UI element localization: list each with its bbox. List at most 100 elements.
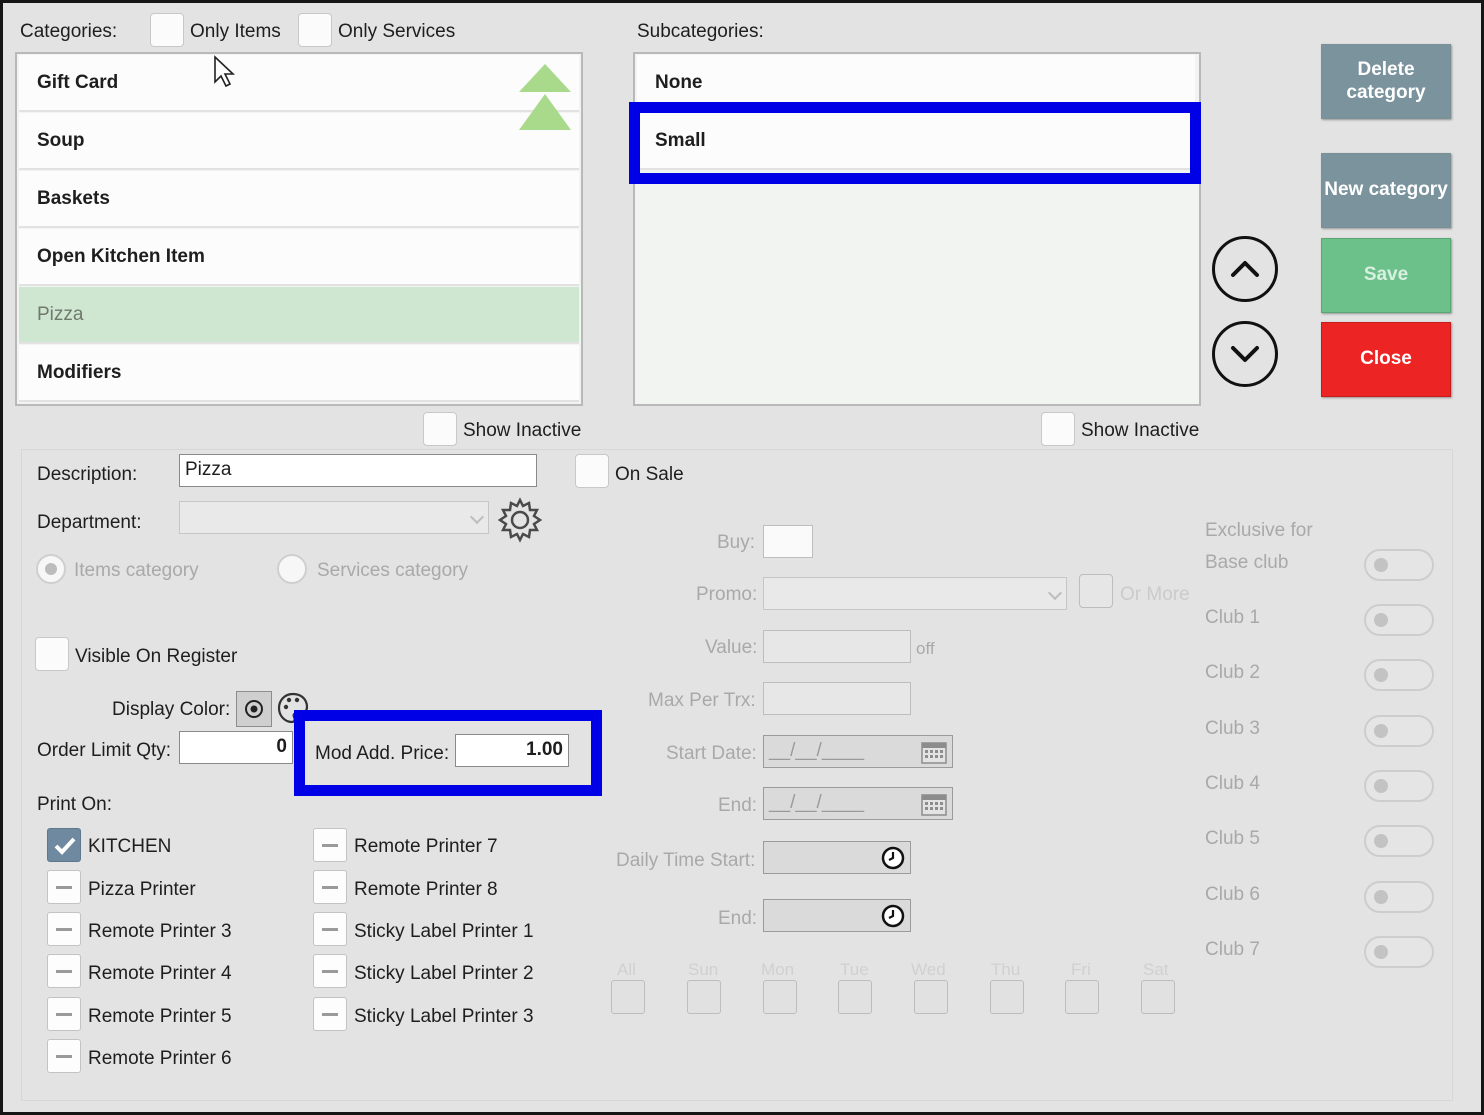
highlight-box-subcategory — [629, 102, 1201, 184]
subcategory-label: None — [655, 71, 703, 93]
subcategories-show-inactive-label: Show Inactive — [1081, 420, 1200, 441]
gear-icon[interactable] — [495, 495, 545, 545]
printer-checkbox-remote-printer-6[interactable] — [47, 1039, 81, 1073]
club-toggle-club-6[interactable] — [1364, 881, 1434, 913]
club-toggle-club-3[interactable] — [1364, 715, 1434, 747]
visible-on-register-checkbox[interactable] — [35, 637, 69, 671]
value-input[interactable] — [763, 630, 911, 663]
only-services-label: Only Services — [338, 21, 456, 42]
toggle-knob — [1374, 613, 1388, 627]
club-toggle-base-club[interactable] — [1364, 549, 1434, 581]
printer-checkbox-sticky-label-printer-3[interactable] — [313, 997, 347, 1031]
subcategories-label: Subcategories: — [637, 21, 764, 42]
services-category-radio[interactable] — [277, 554, 307, 584]
categories-list[interactable]: Gift Card Soup Baskets Open Kitchen Item… — [15, 52, 583, 406]
clock-icon[interactable] — [881, 846, 905, 870]
display-color-swatch[interactable] — [236, 691, 272, 727]
category-editor-window: Categories: Only Items Only Services Gif… — [0, 0, 1484, 1115]
printer-checkbox-remote-printer-7[interactable] — [313, 828, 347, 862]
save-button[interactable]: Save — [1321, 238, 1451, 313]
day-label-mon: Mon — [761, 960, 795, 979]
department-select[interactable] — [179, 501, 489, 534]
club-toggle-club-2[interactable] — [1364, 659, 1434, 691]
only-items-checkbox[interactable] — [150, 13, 184, 47]
category-row-soup[interactable]: Soup — [19, 113, 579, 170]
chevron-down-icon — [1047, 585, 1063, 601]
category-label: Gift Card — [37, 71, 119, 93]
move-up-button[interactable] — [1212, 236, 1278, 302]
order-limit-value: 0 — [276, 736, 287, 757]
day-label-wed: Wed — [911, 960, 946, 979]
printer-checkbox-remote-printer-3[interactable] — [47, 912, 81, 946]
category-row-open-kitchen-item[interactable]: Open Kitchen Item — [19, 229, 579, 286]
day-checkbox-tue[interactable] — [838, 980, 872, 1014]
category-row-baskets[interactable]: Baskets — [19, 171, 579, 228]
items-category-radio[interactable] — [36, 554, 66, 584]
category-row-pizza[interactable]: Pizza — [19, 287, 579, 344]
subcategories-show-inactive-checkbox[interactable] — [1041, 412, 1075, 446]
delete-category-button[interactable]: Delete category — [1321, 44, 1451, 119]
new-category-button[interactable]: New category — [1321, 153, 1451, 228]
scroll-top-double-arrow-icon[interactable] — [517, 60, 573, 132]
day-checkbox-thu[interactable] — [990, 980, 1024, 1014]
printer-checkbox-pizza-printer[interactable] — [47, 870, 81, 904]
dash-icon — [56, 886, 72, 889]
printer-checkbox-remote-printer-5[interactable] — [47, 997, 81, 1031]
only-items-label: Only Items — [190, 21, 281, 42]
printer-checkbox-remote-printer-8[interactable] — [313, 870, 347, 904]
day-checkbox-mon[interactable] — [763, 980, 797, 1014]
dash-icon — [56, 970, 72, 973]
description-input[interactable]: Pizza — [179, 454, 537, 487]
buy-label: Buy: — [717, 532, 756, 553]
club-label: Club 6 — [1205, 884, 1260, 905]
on-sale-checkbox[interactable] — [575, 454, 609, 488]
toggle-knob — [1374, 558, 1388, 572]
max-per-trx-input[interactable] — [763, 682, 911, 715]
department-label: Department: — [37, 512, 142, 533]
day-checkbox-sat[interactable] — [1141, 980, 1175, 1014]
category-row-gift-card[interactable]: Gift Card — [19, 55, 579, 112]
club-toggle-club-4[interactable] — [1364, 770, 1434, 802]
dash-icon — [322, 1013, 338, 1016]
day-checkbox-all[interactable] — [611, 980, 645, 1014]
daily-time-start-input[interactable] — [763, 841, 911, 874]
checkmark-icon — [54, 837, 76, 855]
order-limit-input[interactable]: 0 — [179, 731, 293, 764]
start-date-input[interactable]: __/__/____ — [763, 735, 953, 768]
printer-label: Pizza Printer — [88, 879, 196, 900]
daily-time-end-input[interactable] — [763, 899, 911, 932]
only-services-checkbox[interactable] — [298, 13, 332, 47]
category-label: Soup — [37, 129, 85, 151]
clock-icon[interactable] — [881, 904, 905, 928]
printer-checkbox-kitchen[interactable] — [47, 828, 81, 862]
daily-time-end-label: End: — [718, 908, 758, 929]
move-down-button[interactable] — [1212, 321, 1278, 387]
category-label: Modifiers — [37, 361, 122, 383]
toggle-knob — [1374, 724, 1388, 738]
calendar-icon[interactable] — [921, 792, 947, 816]
categories-show-inactive-checkbox[interactable] — [423, 412, 457, 446]
club-label: Club 4 — [1205, 773, 1260, 794]
display-color-label: Display Color: — [112, 699, 231, 720]
calendar-icon[interactable] — [921, 740, 947, 764]
club-toggle-club-7[interactable] — [1364, 936, 1434, 968]
club-toggle-club-5[interactable] — [1364, 825, 1434, 857]
printer-label: KITCHEN — [88, 836, 172, 857]
day-checkbox-fri[interactable] — [1065, 980, 1099, 1014]
close-button[interactable]: Close — [1321, 322, 1451, 397]
end-date-input[interactable]: __/__/____ — [763, 787, 953, 820]
visible-on-register-label: Visible On Register — [75, 646, 238, 667]
day-checkbox-wed[interactable] — [914, 980, 948, 1014]
or-more-checkbox[interactable] — [1079, 574, 1113, 608]
club-toggle-club-1[interactable] — [1364, 604, 1434, 636]
day-label-thu: Thu — [991, 960, 1021, 979]
dash-icon — [322, 844, 338, 847]
promo-select[interactable] — [763, 577, 1067, 610]
services-category-label: Services category — [317, 560, 469, 581]
day-checkbox-sun[interactable] — [687, 980, 721, 1014]
category-row-modifiers[interactable]: Modifiers — [19, 345, 579, 402]
printer-checkbox-sticky-label-printer-1[interactable] — [313, 912, 347, 946]
buy-input[interactable] — [763, 525, 813, 558]
printer-checkbox-sticky-label-printer-2[interactable] — [313, 954, 347, 988]
printer-checkbox-remote-printer-4[interactable] — [47, 954, 81, 988]
